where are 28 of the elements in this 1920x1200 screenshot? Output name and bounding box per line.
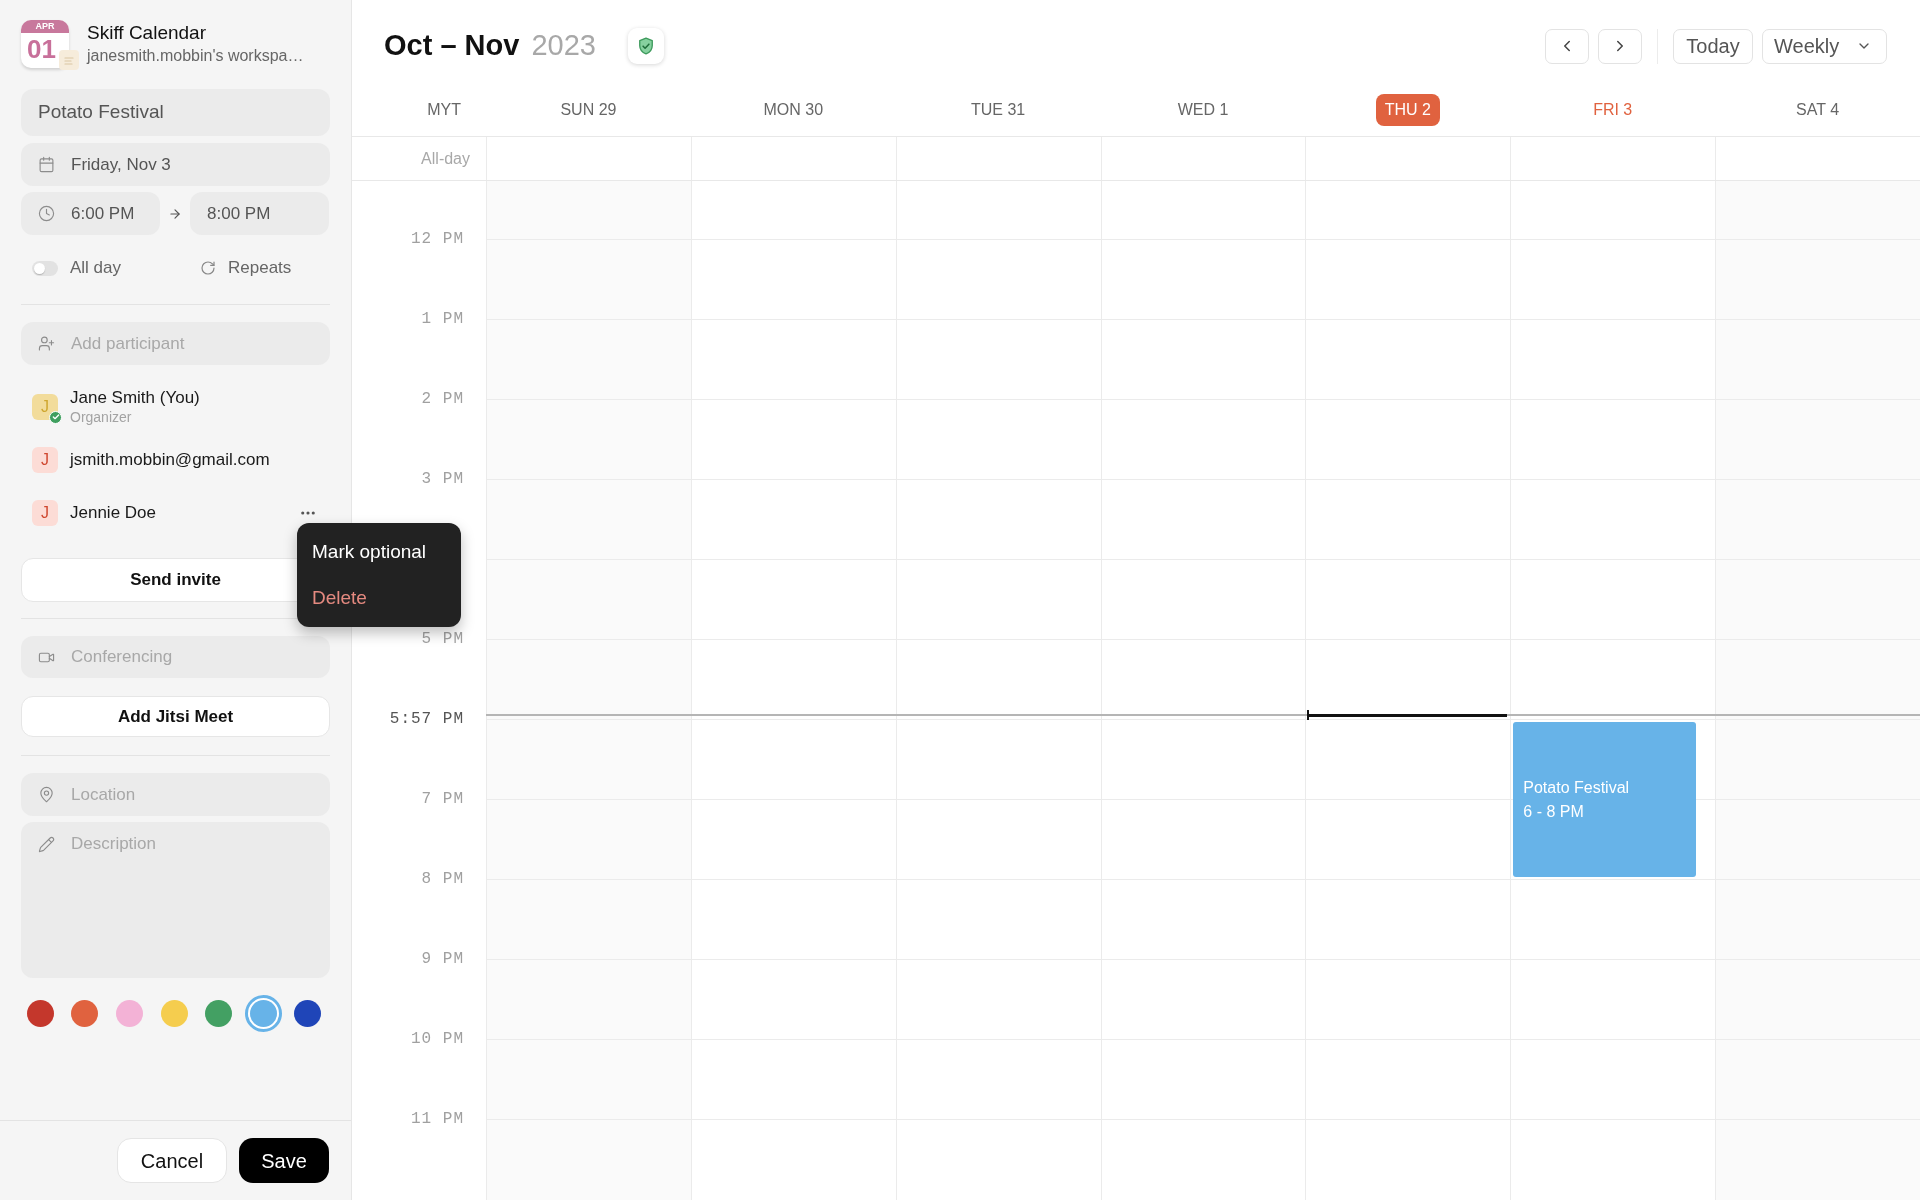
logo-month: APR (21, 20, 69, 33)
participant-role: Organizer (70, 407, 132, 426)
event-time: 6 - 8 PM (1523, 801, 1584, 822)
year: 2023 (531, 28, 596, 64)
time-label: 10 PM (411, 1029, 464, 1050)
time-label: 11 PM (411, 1109, 464, 1130)
time-label: 8 PM (421, 869, 464, 890)
all-day-label: All-day (421, 148, 470, 169)
logo-day: 01 (21, 33, 56, 66)
time-label: 3 PM (421, 469, 464, 490)
time-label: 1 PM (421, 309, 464, 330)
avatar: J (32, 499, 58, 526)
current-time-label: 5:57 PM (389, 709, 464, 730)
time-label: 7 PM (421, 789, 464, 810)
workspace-name: janesmith.mobbin's workspa… (87, 46, 304, 66)
timezone-label: MYT (427, 100, 462, 120)
time-label: 12 PM (411, 229, 464, 250)
time-label: 2 PM (421, 389, 464, 410)
avatar: J (32, 446, 58, 473)
time-label: 9 PM (421, 949, 464, 970)
participant-name: Jane Smith (You) (70, 387, 200, 408)
participant-name: Jennie Doe (70, 502, 156, 523)
date-range: Oct – Nov (384, 28, 520, 64)
time-label: 5 PM (421, 629, 464, 650)
all-day-label: All day (70, 257, 122, 280)
event-title: Potato Festival (1523, 777, 1630, 798)
participant-name: jsmith.mobbin@gmail.com (70, 449, 270, 470)
app-name: Skiff Calendar (87, 21, 206, 45)
